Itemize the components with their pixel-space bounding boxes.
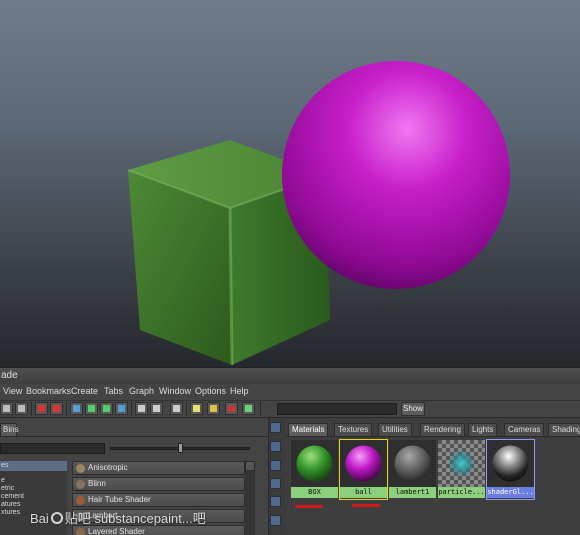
material-tile-ball[interactable]: ball bbox=[339, 439, 388, 500]
shader-label: Hair Tube Shader bbox=[88, 495, 151, 504]
material-swatch bbox=[438, 440, 485, 487]
shader-label: Layered Shader bbox=[88, 527, 145, 535]
material-tile-shaderglow[interactable]: shaderGl... bbox=[486, 439, 535, 500]
menu-help[interactable]: Help bbox=[230, 386, 249, 396]
menu-create[interactable]: Create bbox=[71, 386, 98, 396]
hypershade-toolbar: Show bbox=[0, 401, 580, 418]
hair-tube-icon bbox=[76, 496, 85, 505]
graph-network-icon[interactable] bbox=[50, 402, 63, 415]
tab-tool-icon[interactable] bbox=[270, 496, 281, 507]
show-button[interactable]: Show bbox=[401, 402, 425, 416]
ball-object bbox=[282, 61, 510, 289]
tab-shading[interactable]: Shading bbox=[548, 423, 580, 436]
watermark: Bai 贴吧 substancepaint...吧 bbox=[30, 508, 206, 526]
output-connections-icon[interactable] bbox=[115, 402, 128, 415]
shader-item-layered[interactable]: Layered Shader bbox=[72, 525, 245, 535]
anisotropic-icon bbox=[76, 464, 85, 473]
material-label: BOX bbox=[291, 487, 338, 498]
layered-icon bbox=[76, 528, 85, 535]
swatch-icon[interactable] bbox=[190, 402, 203, 415]
frame-icon[interactable] bbox=[135, 402, 148, 415]
material-swatch bbox=[487, 440, 534, 487]
slider-handle[interactable] bbox=[178, 443, 183, 453]
tab-tool-icon[interactable] bbox=[270, 515, 281, 526]
graph-icon[interactable] bbox=[35, 402, 48, 415]
render-icon[interactable] bbox=[207, 402, 220, 415]
tab-tool-icon[interactable] bbox=[270, 478, 281, 489]
tab-tool-icon[interactable] bbox=[270, 441, 281, 452]
annotation-underline bbox=[352, 504, 380, 507]
tab-bins[interactable]: Bins bbox=[0, 423, 19, 436]
watermark-brand: Bai bbox=[30, 511, 49, 526]
tab-divider bbox=[286, 436, 580, 437]
tab-divider bbox=[0, 436, 268, 437]
menu-window[interactable]: Window bbox=[159, 386, 191, 396]
ipr-render-icon[interactable] bbox=[225, 402, 238, 415]
tab-tool-icon[interactable] bbox=[270, 460, 281, 471]
material-label: lambert1 bbox=[389, 487, 436, 498]
category-item[interactable]: cement bbox=[0, 493, 67, 501]
material-tile-particle[interactable]: particle... bbox=[438, 440, 485, 499]
menu-view[interactable]: View bbox=[3, 386, 22, 396]
tab-tool-icon[interactable] bbox=[270, 422, 281, 433]
hypershade-menubar: View Bookmarks Create Tabs Graph Window … bbox=[0, 384, 580, 401]
toolbar-separator bbox=[186, 402, 187, 416]
tab-textures[interactable]: Textures bbox=[334, 423, 373, 436]
material-label: ball bbox=[340, 487, 387, 498]
clear-graph-icon[interactable] bbox=[70, 402, 83, 415]
shader-item-blinn[interactable]: Blinn bbox=[72, 477, 245, 491]
3d-viewport[interactable] bbox=[0, 0, 580, 367]
toolbar-separator bbox=[131, 402, 132, 416]
shader-list-scrollbar[interactable] bbox=[245, 461, 255, 535]
category-item[interactable]: etric bbox=[0, 485, 67, 493]
frame-selected-icon[interactable] bbox=[150, 402, 163, 415]
toggle-view-icon[interactable] bbox=[170, 402, 183, 415]
material-swatch bbox=[291, 440, 338, 487]
tab-lights[interactable]: Lights bbox=[468, 423, 498, 436]
input-connections-icon[interactable] bbox=[85, 402, 98, 415]
menu-bookmarks[interactable]: Bookmarks bbox=[26, 386, 71, 396]
blinn-icon bbox=[76, 480, 85, 489]
grid-icon[interactable] bbox=[242, 402, 255, 415]
io-connections-icon[interactable] bbox=[100, 402, 113, 415]
material-swatch bbox=[340, 440, 387, 487]
menu-graph[interactable]: Graph bbox=[129, 386, 154, 396]
search-input[interactable] bbox=[277, 403, 397, 415]
tab-utilities[interactable]: Utilities bbox=[378, 423, 412, 436]
material-tile-lambert1[interactable]: lambert1 bbox=[389, 440, 436, 499]
materials-panel: Materials Textures Utilities Rendering L… bbox=[286, 418, 580, 535]
menu-options[interactable]: Options bbox=[195, 386, 226, 396]
category-item[interactable]: es bbox=[0, 461, 67, 471]
watermark-site: 贴吧 bbox=[64, 511, 91, 526]
window-title: ade bbox=[1, 370, 18, 381]
material-tile-box[interactable]: BOX bbox=[291, 440, 338, 499]
shader-label: Anisotropic bbox=[88, 463, 128, 472]
toolbar-separator bbox=[66, 402, 67, 416]
tab-cameras[interactable]: Cameras bbox=[504, 423, 545, 436]
watermark-text: substancepaint...吧 bbox=[94, 511, 206, 526]
material-swatch bbox=[389, 440, 436, 487]
category-item[interactable]: e bbox=[0, 477, 67, 485]
menu-tabs[interactable]: Tabs bbox=[104, 386, 123, 396]
scene-render bbox=[127, 61, 510, 366]
toolbar-separator bbox=[260, 402, 261, 416]
split-layout-icon[interactable] bbox=[15, 402, 28, 415]
vertical-tool-strip bbox=[270, 420, 283, 535]
baidu-paw-icon bbox=[50, 512, 63, 524]
annotation-underline bbox=[295, 505, 323, 508]
layout-icon[interactable] bbox=[0, 402, 13, 415]
toolbar-separator bbox=[31, 402, 32, 416]
scroll-up-arrow-icon[interactable] bbox=[245, 461, 255, 471]
tab-materials[interactable]: Materials bbox=[288, 423, 329, 436]
material-label: particle... bbox=[438, 487, 485, 498]
shader-item-anisotropic[interactable]: Anisotropic bbox=[72, 461, 245, 475]
tab-rendering[interactable]: Rendering bbox=[420, 423, 465, 436]
shader-item-hair-tube[interactable]: Hair Tube Shader bbox=[72, 493, 245, 507]
shader-label: Blinn bbox=[88, 479, 106, 488]
material-label: shaderGl... bbox=[487, 487, 534, 498]
hypershade-title-bar[interactable]: ade bbox=[0, 367, 580, 384]
filter-input[interactable] bbox=[0, 443, 105, 454]
